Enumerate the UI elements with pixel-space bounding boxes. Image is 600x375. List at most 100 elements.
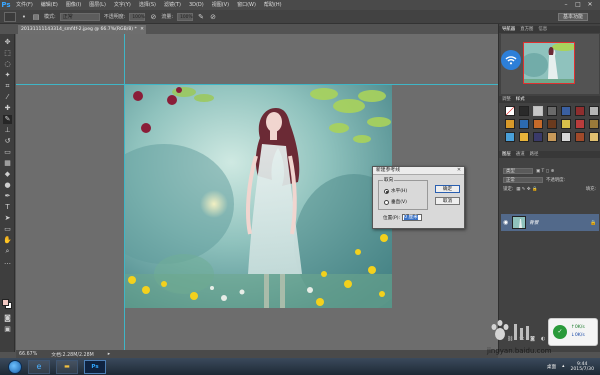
style-swatch[interactable] [589, 106, 599, 116]
menu-view[interactable]: 视图(V) [208, 0, 233, 10]
path-select-tool-icon[interactable]: ➤ [3, 214, 12, 223]
menu-window[interactable]: 窗口(W) [233, 0, 260, 10]
screen-mode-icon[interactable]: ▣ [3, 325, 12, 334]
eye-icon[interactable]: ◉ [503, 219, 509, 226]
style-swatch[interactable] [575, 132, 585, 142]
menu-layer[interactable]: 图层(L) [85, 0, 110, 10]
blend-mode-select[interactable]: 正常 [503, 177, 543, 183]
dodge-tool-icon[interactable]: ● [3, 181, 12, 190]
status-menu-arrow-icon[interactable]: ▸ [108, 352, 110, 357]
start-button[interactable] [8, 359, 22, 374]
hand-tool-icon[interactable]: ✋ [3, 236, 12, 245]
eyedropper-tool-icon[interactable]: ⁄ [3, 93, 12, 102]
style-swatch[interactable] [547, 106, 557, 116]
tab-adjustments[interactable]: 调整 [502, 96, 511, 103]
style-swatch[interactable] [547, 119, 557, 129]
radio-vertical-row[interactable]: 垂直(V) [384, 199, 407, 205]
style-swatch[interactable] [589, 119, 599, 129]
style-swatch[interactable] [505, 132, 515, 142]
style-swatch[interactable] [533, 119, 543, 129]
type-tool-icon[interactable]: T [3, 203, 12, 212]
tab-navigator[interactable]: 导航器 [502, 26, 515, 33]
brush-panel-icon[interactable]: ▤ [32, 13, 40, 21]
extra-tools-icon[interactable]: … [3, 258, 12, 267]
clock[interactable]: 9:44 2015/7/30 [570, 362, 594, 372]
dialog-title-bar[interactable]: 新建参考线 ✕ [373, 167, 464, 175]
quick-mask-icon[interactable]: ◙ [3, 314, 12, 323]
taskbar-explorer-button[interactable]: ▬ [56, 359, 78, 374]
layer-kind-select[interactable]: 类型 [503, 168, 533, 174]
shape-tool-icon[interactable]: ▭ [3, 225, 12, 234]
style-swatch[interactable] [575, 106, 585, 116]
tab-paths[interactable]: 路径 [530, 151, 539, 158]
stamp-tool-icon[interactable]: ⊥ [3, 126, 12, 135]
tab-info[interactable]: 信息 [538, 26, 547, 33]
move-tool-icon[interactable]: ✥ [3, 38, 12, 47]
brush-size-icon[interactable]: • [20, 13, 28, 21]
workspace-switcher[interactable]: 基本功能 [557, 12, 588, 21]
cancel-button[interactable]: 取消 [435, 197, 460, 205]
maximize-icon[interactable]: □ [574, 2, 582, 8]
style-swatch[interactable] [561, 119, 571, 129]
show-desktop-label[interactable]: 桌面 [547, 364, 556, 370]
airbrush-icon[interactable]: ✎ [197, 13, 205, 21]
menu-file[interactable]: 文件(F) [12, 0, 37, 10]
menu-filter[interactable]: 滤镜(T) [160, 0, 185, 10]
vertical-guide[interactable] [124, 34, 125, 350]
menu-select[interactable]: 选择(S) [135, 0, 160, 10]
tab-layers[interactable]: 图层 [502, 151, 511, 158]
pen-tool-icon[interactable]: ✒ [3, 192, 12, 201]
menu-help[interactable]: 帮助(H) [260, 0, 286, 10]
horizontal-guide[interactable] [16, 84, 498, 85]
filter-icons[interactable]: ▣ T ◻ ⊕ [536, 169, 554, 174]
taskbar-photoshop-button[interactable]: Ps [84, 359, 106, 374]
marquee-tool-icon[interactable]: ⬚ [3, 49, 12, 58]
style-swatch[interactable] [533, 132, 543, 142]
ok-button[interactable]: 确定 [435, 185, 460, 193]
taskbar-ie-button[interactable]: e [28, 359, 50, 374]
style-swatch[interactable] [519, 119, 529, 129]
style-swatch[interactable] [519, 106, 529, 116]
tab-close-icon[interactable]: ✕ [140, 25, 144, 34]
radio-vertical[interactable] [384, 199, 389, 205]
style-swatch[interactable] [547, 132, 557, 142]
dialog-close-icon[interactable]: ✕ [456, 167, 462, 174]
menu-edit[interactable]: 编辑(E) [37, 0, 62, 10]
document-tab[interactable]: 20131111143314_smf4f-2.jpeg @ 66.7%(RGB/… [18, 25, 146, 34]
menu-3d[interactable]: 3D(D) [185, 0, 208, 10]
foreground-color-swatch[interactable] [2, 299, 9, 306]
tray-arrow-icon[interactable]: ▴ [562, 364, 564, 369]
minimize-icon[interactable]: – [562, 2, 570, 8]
tab-styles[interactable]: 样式 [516, 96, 525, 103]
zoom-tool-icon[interactable]: ⌕ [3, 247, 12, 256]
pressure-opacity-icon[interactable]: ⊘ [149, 13, 157, 21]
position-input[interactable]: 0 厘米 [402, 214, 423, 221]
radio-horizontal-row[interactable]: 水平(H) [384, 188, 407, 194]
gradient-tool-icon[interactable]: ▦ [3, 159, 12, 168]
history-brush-tool-icon[interactable]: ↺ [3, 137, 12, 146]
brush-preset-picker[interactable] [4, 11, 16, 22]
style-swatch[interactable] [505, 119, 515, 129]
mode-select[interactable]: 正常 [59, 12, 100, 21]
style-swatch[interactable] [519, 132, 529, 142]
lasso-tool-icon[interactable]: ◌ [3, 60, 12, 69]
blur-tool-icon[interactable]: ◆ [3, 170, 12, 179]
flow-field[interactable]: 100% [177, 12, 194, 21]
tab-histogram[interactable]: 直方图 [520, 26, 533, 33]
zoom-level[interactable]: 66.67% [19, 352, 37, 357]
eraser-tool-icon[interactable]: ▭ [3, 148, 12, 157]
style-swatch[interactable] [589, 132, 599, 142]
lock-options-icons[interactable]: ▦ ✎ ✥ 🔒 [516, 187, 537, 192]
navigator-thumbnail[interactable] [523, 42, 575, 84]
style-swatch[interactable] [561, 106, 571, 116]
pressure-size-icon[interactable]: ⊘ [209, 13, 217, 21]
style-swatch[interactable] [533, 106, 543, 116]
close-icon[interactable]: ✕ [586, 2, 594, 8]
healing-tool-icon[interactable]: ✚ [3, 104, 12, 113]
tab-channels[interactable]: 通道 [516, 151, 525, 158]
menu-image[interactable]: 图像(I) [62, 0, 85, 10]
menu-type[interactable]: 文字(Y) [110, 0, 135, 10]
document-image[interactable] [124, 84, 392, 308]
brush-tool-icon[interactable]: ✎ [3, 115, 12, 124]
style-swatch[interactable] [561, 132, 571, 142]
